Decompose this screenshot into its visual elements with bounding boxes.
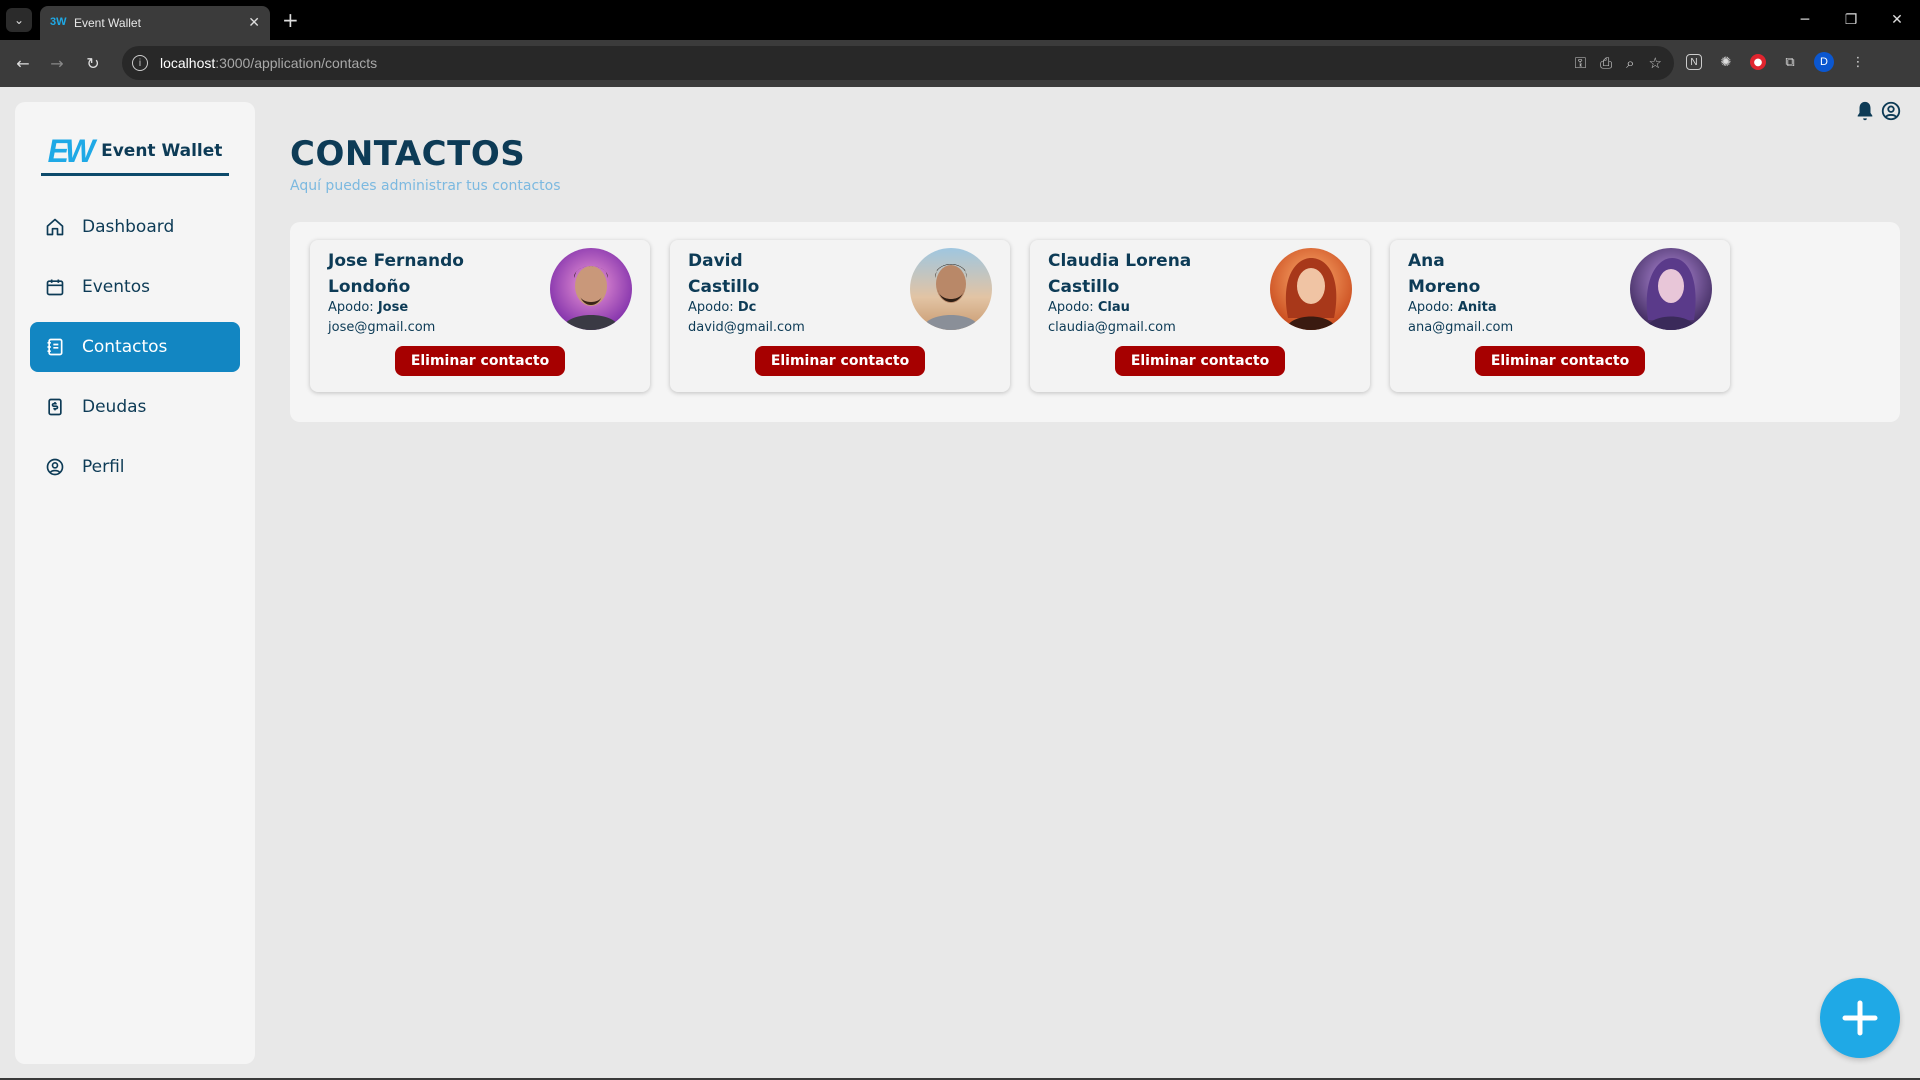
- add-contact-button[interactable]: [1820, 978, 1900, 1058]
- contact-name: David Castillo: [688, 251, 760, 297]
- account-icon[interactable]: [1880, 100, 1902, 126]
- sidebar-item-dashboard[interactable]: Dashboard: [30, 202, 240, 252]
- contact-card: Jose Fernando Londoño Apodo: Jose jose@gm…: [310, 240, 650, 392]
- close-window-icon[interactable]: ✕: [1874, 0, 1920, 40]
- site-info-icon[interactable]: i: [132, 55, 148, 71]
- address-bar[interactable]: i localhost:3000/application/contacts ⚿ …: [122, 46, 1674, 80]
- minimize-icon[interactable]: ─: [1782, 0, 1828, 40]
- contact-nickname: Apodo: Anita: [1408, 300, 1497, 315]
- tab-search-button[interactable]: ⌄: [6, 8, 32, 32]
- contact-email: ana@gmail.com: [1408, 320, 1514, 335]
- contact-avatar: [550, 248, 632, 330]
- reload-icon[interactable]: ↻: [82, 52, 104, 74]
- browser-toolbar: ← → ↻ i localhost:3000/application/conta…: [0, 40, 1920, 87]
- browser-tab[interactable]: 3W Event Wallet ✕: [40, 6, 270, 40]
- contact-nickname: Apodo: Clau: [1048, 300, 1130, 315]
- brand[interactable]: EW Event Wallet: [41, 128, 229, 176]
- contact-card: Claudia Lorena Castillo Apodo: Clau claud…: [1030, 240, 1370, 392]
- puzzle-extensions-icon[interactable]: ⧉: [1780, 52, 1800, 72]
- zoom-icon[interactable]: ⌕: [1626, 54, 1634, 72]
- forward-icon[interactable]: →: [46, 52, 68, 74]
- contact-name: Jose Fernando Londoño: [328, 251, 464, 297]
- tab-title: Event Wallet: [74, 16, 141, 30]
- sidebar-item-label: Deudas: [82, 397, 147, 417]
- contacts-icon: [44, 336, 66, 358]
- sidebar-item-perfil[interactable]: Perfil: [30, 442, 240, 492]
- url-text: localhost:3000/application/contacts: [160, 55, 378, 71]
- contact-email: claudia@gmail.com: [1048, 320, 1176, 335]
- contact-card: David Castillo Apodo: Dc david@gmail.com …: [670, 240, 1010, 392]
- sidebar-item-contactos[interactable]: Contactos: [30, 322, 240, 372]
- logo: EW: [47, 132, 96, 169]
- browser-tab-bar: ⌄ 3W Event Wallet ✕ + ─ ❐ ✕: [0, 0, 1920, 40]
- delete-contact-button[interactable]: Eliminar contacto: [1475, 346, 1645, 376]
- contact-email: david@gmail.com: [688, 320, 805, 335]
- page-title: CONTACTOS: [290, 134, 526, 174]
- contact-nickname: Apodo: Dc: [688, 300, 757, 315]
- favicon-icon: 3W: [50, 16, 67, 28]
- more-menu-icon[interactable]: ⋮: [1848, 52, 1868, 72]
- sidebar-item-eventos[interactable]: Eventos: [30, 262, 240, 312]
- user-circle-icon: [44, 456, 66, 478]
- contact-nickname: Apodo: Jose: [328, 300, 409, 315]
- extension-icon[interactable]: ✺: [1716, 52, 1736, 72]
- sidebar-item-label: Dashboard: [82, 217, 175, 237]
- contacts-panel: Jose Fernando Londoño Apodo: Jose jose@gm…: [290, 222, 1900, 422]
- contact-name: Ana Moreno: [1408, 251, 1481, 297]
- sidebar-item-label: Perfil: [82, 457, 125, 477]
- red-extension-icon[interactable]: ●: [1750, 54, 1766, 70]
- delete-contact-button[interactable]: Eliminar contacto: [395, 346, 565, 376]
- page-subtitle: Aquí puedes administrar tus contactos: [290, 178, 561, 194]
- back-icon[interactable]: ←: [12, 52, 34, 74]
- header-actions: [1854, 100, 1902, 126]
- profile-avatar[interactable]: D: [1814, 52, 1834, 72]
- close-tab-icon[interactable]: ✕: [248, 15, 260, 31]
- bookmark-star-icon[interactable]: ☆: [1649, 54, 1662, 72]
- brand-name: Event Wallet: [101, 140, 223, 161]
- sidebar-item-label: Eventos: [82, 277, 150, 297]
- calendar-icon: [44, 276, 66, 298]
- restore-icon[interactable]: ❐: [1828, 0, 1874, 40]
- delete-contact-button[interactable]: Eliminar contacto: [755, 346, 925, 376]
- bell-icon[interactable]: [1854, 100, 1876, 126]
- sidebar-item-label: Contactos: [82, 337, 168, 357]
- contact-name: Claudia Lorena Castillo: [1048, 251, 1192, 297]
- delete-contact-button[interactable]: Eliminar contacto: [1115, 346, 1285, 376]
- install-app-icon[interactable]: ⎙: [1600, 54, 1612, 72]
- money-icon: [44, 396, 66, 418]
- new-tab-button[interactable]: +: [282, 8, 299, 32]
- home-icon: [44, 216, 66, 238]
- contact-email: jose@gmail.com: [328, 320, 436, 335]
- contact-card: Ana Moreno Apodo: Anita ana@gmail.com Eli…: [1390, 240, 1730, 392]
- sidebar-item-deudas[interactable]: Deudas: [30, 382, 240, 432]
- contact-avatar: [1270, 248, 1352, 330]
- contact-avatar: [910, 248, 992, 330]
- notion-extension-icon[interactable]: N: [1686, 54, 1702, 70]
- sidebar: EW Event Wallet Dashboard Eventos Contac…: [15, 102, 255, 1064]
- sidebar-menu: Dashboard Eventos Contactos Deudas Perfi…: [30, 202, 240, 502]
- password-key-icon[interactable]: ⚿: [1575, 54, 1586, 72]
- plus-icon: [1842, 1000, 1878, 1036]
- contact-avatar: [1630, 248, 1712, 330]
